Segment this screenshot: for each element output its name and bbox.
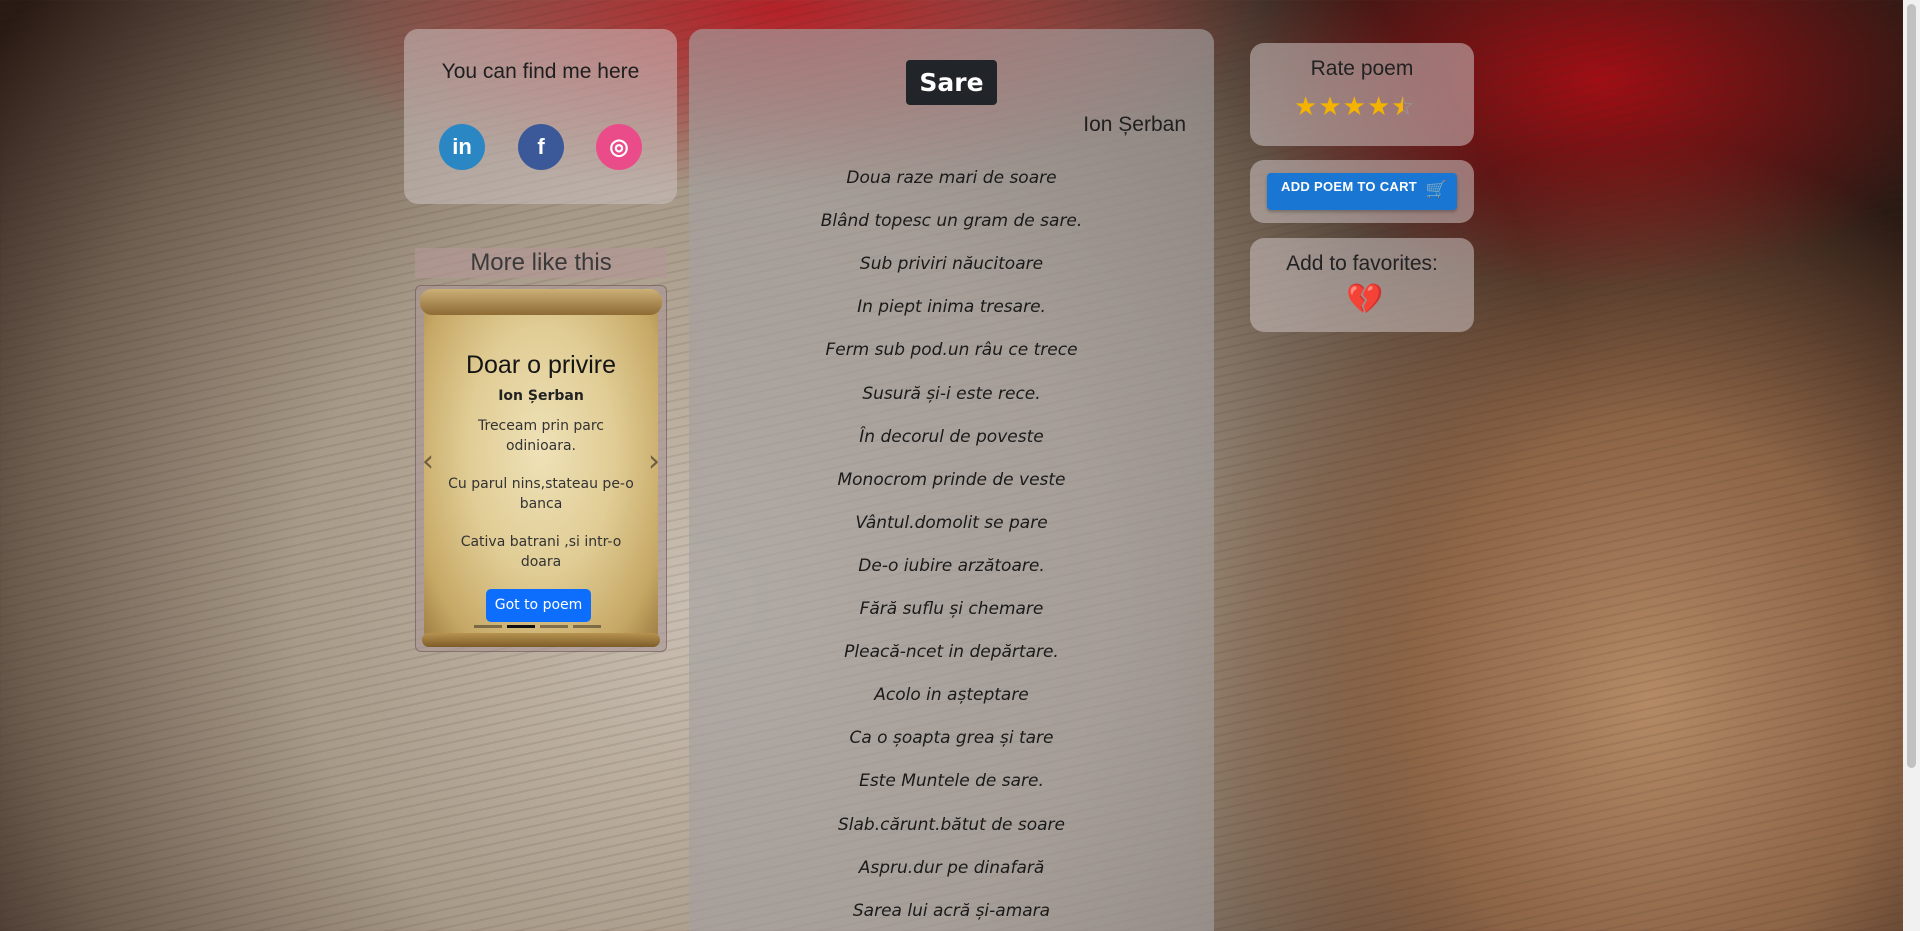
poem-author: Ion Șerban — [1083, 113, 1186, 136]
card-title: Doar o privire — [465, 351, 617, 379]
broken-heart-icon[interactable]: 💔 — [1346, 282, 1383, 317]
poem-verse: Este Muntele de sare. — [859, 771, 1044, 792]
carousel-indicator[interactable] — [540, 625, 568, 628]
poem-verse: Pleacă-ncet in depărtare. — [844, 642, 1059, 663]
linkedin-icon[interactable]: in — [439, 124, 485, 170]
carousel-indicator[interactable] — [507, 625, 535, 628]
poem-verse: De-o iubire arzătoare. — [858, 555, 1045, 576]
star-filled-icon[interactable]: ★ — [1318, 92, 1342, 122]
poem-card: Sare Ion Șerban Doua raze mari de soare B… — [689, 29, 1214, 931]
recommendation-carousel: Doar o privire Ion Șerban Treceam prin p… — [415, 285, 667, 652]
card-line: Treceam prin parc odinioara. — [478, 418, 604, 454]
poem-verse: Vântul.domolit se pare — [855, 512, 1048, 533]
go-to-poem-button[interactable]: Got to poem — [486, 589, 591, 622]
star-half-icon[interactable]: ☆★ — [1391, 92, 1415, 122]
facebook-icon[interactable]: f — [518, 124, 564, 170]
carousel-indicator[interactable] — [573, 625, 601, 628]
carousel-next-icon[interactable]: › — [648, 444, 660, 479]
card-author: Ion Șerban — [498, 388, 584, 404]
poem-verse: În decorul de poveste — [859, 426, 1044, 447]
card-line: Cu parul nins,stateau pe-o banca — [448, 476, 634, 512]
poem-verse: Ca o șoapta grea și tare — [849, 728, 1054, 749]
scroll-card: Doar o privire Ion Șerban Treceam prin p… — [420, 289, 662, 647]
poem-verse: Sub priviri năucitoare — [859, 254, 1044, 275]
cart-icon: 🛒 — [1425, 180, 1447, 199]
rate-card: Rate poem ★★★★☆★ — [1250, 43, 1474, 146]
star-filled-icon[interactable]: ★ — [1367, 92, 1391, 122]
more-like-this-title: More like this — [415, 248, 667, 278]
poem-verse: Blând topesc un gram de sare. — [820, 211, 1083, 232]
carousel-prev-icon[interactable]: ‹ — [422, 444, 434, 479]
star-filled-icon[interactable]: ★ — [1343, 92, 1367, 122]
favorites-title: Add to favorites: — [1286, 252, 1438, 275]
page-scrollbar[interactable] — [1903, 0, 1920, 931]
carousel-indicator[interactable] — [474, 625, 502, 628]
favorites-card: Add to favorites: 💔 — [1250, 238, 1474, 332]
star-filled-icon[interactable]: ★ — [1294, 92, 1318, 122]
social-title: You can find me here — [441, 60, 640, 83]
poem-verse: Acolo in așteptare — [874, 685, 1029, 706]
poem-verse: Ferm sub pod.un râu ce trece — [825, 340, 1078, 361]
poem-title: Sare — [906, 60, 997, 105]
poem-verse: Sarea lui acră și-amara — [852, 900, 1051, 921]
poem-verse: Doua raze mari de soare — [846, 168, 1057, 188]
scrollbar-thumb[interactable] — [1907, 4, 1916, 768]
poem-verse: In piept inima tresare. — [857, 297, 1046, 318]
poem-verse: Monocrom prinde de veste — [837, 469, 1066, 490]
add-to-cart-button[interactable]: ADD POEM TO CART 🛒 — [1267, 173, 1457, 210]
add-to-cart-label: ADD POEM TO CART — [1281, 179, 1418, 194]
social-card: You can find me here in f ◎ — [404, 29, 677, 204]
poem-verse: Slab.cărunt.bătut de soare — [838, 814, 1065, 835]
star-rating[interactable]: ★★★★☆★ — [1294, 92, 1416, 122]
poem-verse: Susură și-i este rece. — [862, 383, 1041, 404]
cart-card: ADD POEM TO CART 🛒 — [1250, 160, 1474, 223]
instagram-icon[interactable]: ◎ — [596, 124, 642, 170]
rate-title: Rate poem — [1310, 57, 1414, 80]
card-line: Cativa batrani ,si intr-o doara — [460, 534, 622, 570]
poem-verse: Aspru.dur pe dinafară — [858, 857, 1045, 878]
poem-verse: Fără suflu și chemare — [859, 599, 1044, 619]
